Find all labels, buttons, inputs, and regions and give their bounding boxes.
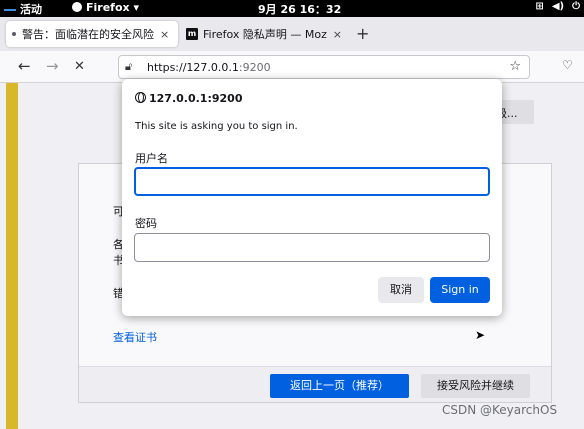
clock[interactable]: 9月 26 16：32: [258, 1, 341, 17]
tab-label: 警告：面临潜在的安全风险: [22, 28, 154, 41]
password-label: 密码: [135, 217, 157, 230]
tab-label: Firefox 隐私声明 — Mozil: [202, 28, 327, 41]
url-text[interactable]: https://127.0.0.1:9200: [147, 61, 271, 74]
app-menu-label: Firefox ▾: [86, 1, 139, 14]
bookmark-star-icon[interactable]: ☆: [509, 59, 521, 74]
new-tab-button[interactable]: +: [356, 24, 369, 43]
go-back-button[interactable]: 返回上一页（推荐）: [270, 374, 409, 398]
system-tray[interactable]: ⊞ ◀) ⏻: [527, 1, 580, 12]
app-menu[interactable]: Firefox ▾: [72, 1, 139, 14]
detail-footer: 返回上一页（推荐） 接受风险并继续: [79, 366, 551, 402]
power-icon: ⏻: [572, 1, 580, 12]
sign-in-button[interactable]: Sign in: [430, 277, 490, 303]
tab-close-icon[interactable]: ×: [160, 28, 169, 41]
dialog-origin-text: 127.0.0.1:9200: [149, 92, 243, 105]
password-input[interactable]: [134, 233, 490, 262]
lock-warning-icon[interactable]: 🔓︎: [125, 60, 132, 74]
url-port: :9200: [238, 61, 271, 74]
username-label: 用户名: [135, 152, 168, 165]
dialog-origin: 127.0.0.1:9200: [135, 92, 242, 105]
activities-label: 活动: [20, 3, 42, 16]
activities-button[interactable]: 活动: [4, 1, 42, 17]
network-icon: ⊞: [535, 1, 544, 12]
tab-privacy-notice[interactable]: m Firefox 隐私声明 — Mozil ×: [180, 21, 348, 47]
dialog-message: This site is asking you to sign in.: [135, 121, 298, 132]
stop-button[interactable]: ✕: [74, 59, 85, 74]
watermark: CSDN @KeyarchOS: [442, 403, 558, 417]
mozilla-icon: m: [186, 28, 198, 40]
forward-button[interactable]: →: [46, 57, 59, 75]
http-auth-dialog: 127.0.0.1:9200 This site is asking you t…: [122, 79, 502, 316]
tab-security-warning[interactable]: 警告：面临潜在的安全风险 ×: [6, 21, 178, 47]
accept-risk-button[interactable]: 接受风险并继续: [421, 374, 530, 398]
tab-close-icon[interactable]: ×: [333, 28, 342, 41]
tab-strip: 警告：面临潜在的安全风险 × m Firefox 隐私声明 — Mozil × …: [0, 17, 584, 51]
globe-icon: [135, 92, 146, 103]
mouse-cursor-icon: ➤: [475, 328, 486, 342]
pocket-icon[interactable]: ♡: [562, 58, 573, 72]
error-page: 级... 可 各 书 错 查看证书 返回上一页（推荐） 接受风险并继续 ➤ CS…: [0, 79, 584, 429]
cancel-button[interactable]: 取消: [378, 277, 424, 303]
tab-loading-icon: [12, 32, 16, 36]
url-bar[interactable]: 🔓︎ https://127.0.0.1:9200 ☆: [118, 55, 530, 79]
url-host: https://127.0.0.1: [147, 61, 239, 74]
view-certificate-link[interactable]: 查看证书: [113, 329, 157, 345]
activities-icon: [4, 9, 16, 11]
username-input[interactable]: [134, 167, 490, 196]
back-button[interactable]: ←: [18, 57, 31, 75]
system-top-bar: 活动 Firefox ▾ 9月 26 16：32 ⊞ ◀) ⏻: [0, 0, 584, 17]
volume-icon: ◀): [551, 1, 565, 12]
firefox-icon: [72, 2, 82, 12]
warning-stripe: [6, 83, 18, 429]
